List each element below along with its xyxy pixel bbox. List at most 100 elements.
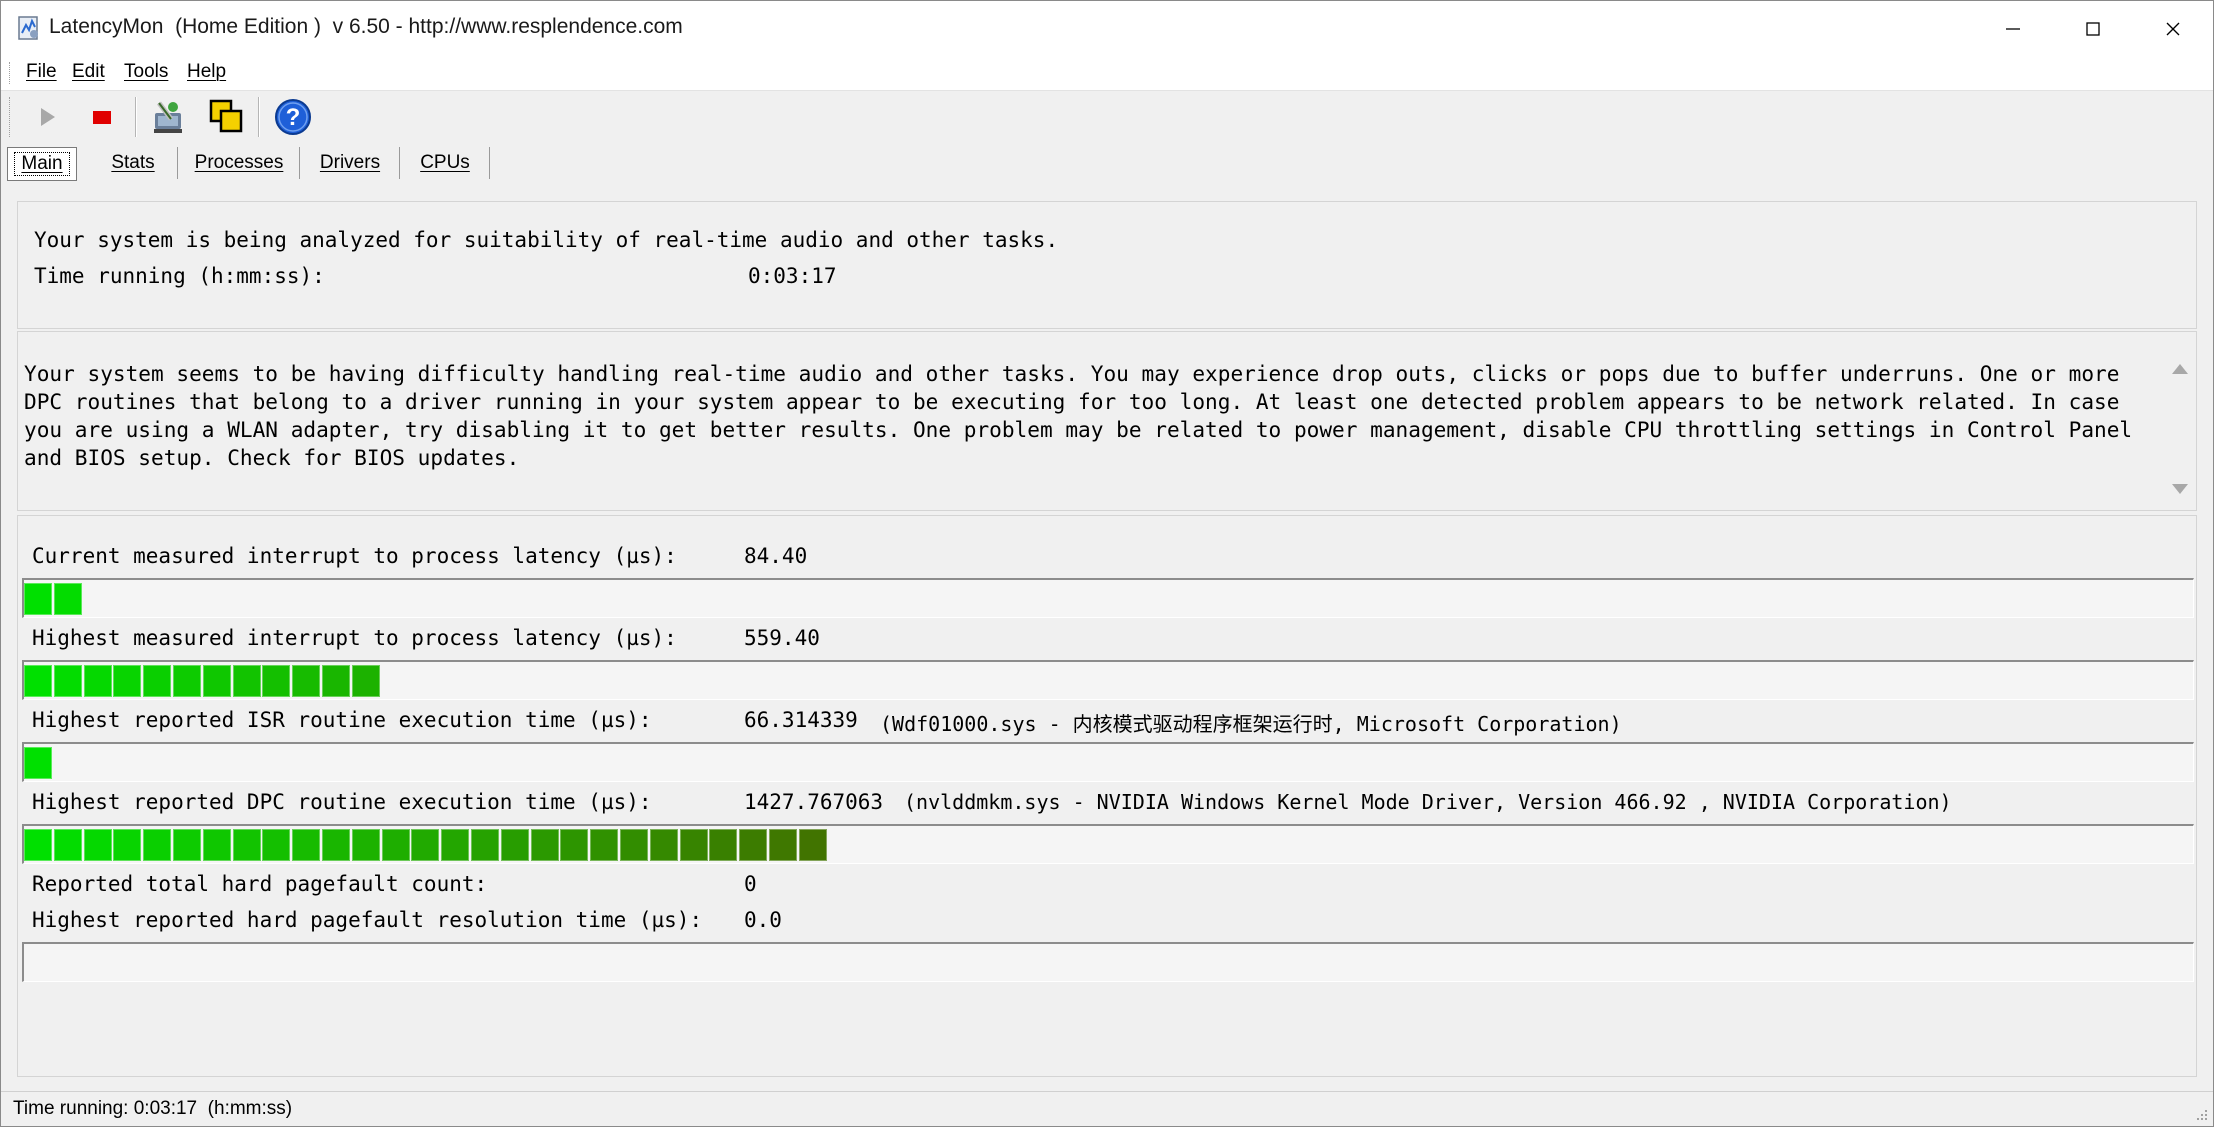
size-grip-icon[interactable] bbox=[2191, 1104, 2209, 1122]
meter-segment bbox=[292, 665, 321, 697]
maximize-icon bbox=[2086, 21, 2100, 36]
meter-segment bbox=[232, 665, 261, 697]
meter-segment bbox=[649, 829, 678, 861]
menu-file[interactable]: File bbox=[26, 61, 57, 83]
highest-latency-value: 559.40 bbox=[744, 626, 820, 650]
meter-segment bbox=[322, 829, 350, 861]
meter-segment bbox=[24, 747, 52, 779]
windows-button[interactable] bbox=[204, 95, 248, 139]
minimize-icon bbox=[2006, 27, 2020, 30]
title-bar[interactable]: LatencyMon (Home Edition ) v 6.50 - http… bbox=[1, 1, 2213, 56]
meter-segment bbox=[173, 665, 201, 697]
current-latency-bar bbox=[22, 578, 2194, 618]
meter-segment bbox=[500, 829, 529, 861]
meter-segment bbox=[24, 829, 52, 861]
toolbar-separator bbox=[135, 97, 137, 137]
help-button[interactable]: ? bbox=[271, 95, 315, 139]
diagnosis-message: Your system seems to be having difficult… bbox=[24, 361, 2133, 470]
isr-time-label: Highest reported ISR routine execution t… bbox=[32, 708, 652, 732]
pagefault-time-bar bbox=[22, 942, 2194, 982]
meter-segment bbox=[202, 665, 231, 697]
tab-stats[interactable]: Stats bbox=[89, 147, 178, 179]
latencymon-window: LatencyMon (Home Edition ) v 6.50 - http… bbox=[0, 0, 2214, 1127]
meter-segment bbox=[351, 829, 380, 861]
tab-processes[interactable]: Processes bbox=[179, 147, 300, 179]
meter-segment bbox=[411, 829, 440, 861]
menu-tools[interactable]: Tools bbox=[124, 61, 168, 83]
meter-segment bbox=[381, 829, 410, 861]
meter-segment bbox=[24, 583, 52, 615]
meter-segment bbox=[24, 665, 52, 697]
tab-main[interactable]: Main bbox=[7, 147, 77, 181]
pagefault-count-value: 0 bbox=[744, 872, 757, 896]
meter-segment bbox=[113, 829, 142, 861]
meter-segment bbox=[769, 829, 797, 861]
meter-segment bbox=[262, 829, 291, 861]
meter-segment bbox=[202, 829, 231, 861]
analysis-status-text: Your system is being analyzed for suitab… bbox=[34, 228, 1059, 252]
toolbar-separator bbox=[258, 97, 260, 137]
dpc-time-label: Highest reported DPC routine execution t… bbox=[32, 790, 652, 814]
start-button[interactable] bbox=[25, 95, 69, 139]
meter-segment bbox=[441, 829, 470, 861]
tab-stats-label: Stats bbox=[111, 152, 155, 173]
status-bar: Time running: 0:03:17 (h:mm:ss) bbox=[1, 1091, 2213, 1126]
meter-segment bbox=[292, 829, 321, 861]
stop-button[interactable] bbox=[80, 95, 124, 139]
maximize-button[interactable] bbox=[2053, 1, 2133, 56]
tab-drivers[interactable]: Drivers bbox=[301, 147, 400, 179]
tab-processes-label: Processes bbox=[194, 152, 284, 173]
close-button[interactable] bbox=[2133, 1, 2213, 56]
pagefault-count-label: Reported total hard pagefault count: bbox=[32, 872, 488, 896]
meter-segment bbox=[739, 829, 768, 861]
scroll-down-icon[interactable] bbox=[2172, 484, 2188, 494]
menu-edit[interactable]: Edit bbox=[72, 61, 105, 83]
stop-icon bbox=[93, 111, 111, 124]
highest-latency-label: Highest measured interrupt to process la… bbox=[32, 626, 677, 650]
tab-cpus-label: CPUs bbox=[420, 152, 470, 173]
tab-strip: Main Stats Processes Drivers CPUs bbox=[1, 143, 2213, 183]
svg-text:?: ? bbox=[286, 104, 301, 131]
metrics-panel: Current measured interrupt to process la… bbox=[17, 515, 2197, 1077]
meter-segment bbox=[173, 829, 201, 861]
meter-segment bbox=[679, 829, 708, 861]
app-icon bbox=[17, 15, 41, 41]
minimize-button[interactable] bbox=[1973, 1, 2053, 56]
isr-time-bar bbox=[22, 742, 2194, 782]
meter-segment bbox=[560, 829, 589, 861]
window-title: LatencyMon (Home Edition ) v 6.50 - http… bbox=[49, 15, 683, 38]
toolbar-grip bbox=[9, 97, 13, 137]
toolbar: ? bbox=[1, 91, 2213, 143]
dpc-driver-detail: (nvlddmkm.sys - NVIDIA Windows Kernel Mo… bbox=[904, 790, 1952, 814]
tab-drivers-label: Drivers bbox=[319, 152, 381, 173]
current-latency-label: Current measured interrupt to process la… bbox=[32, 544, 677, 568]
time-running-label: Time running (h:mm:ss): bbox=[34, 264, 325, 288]
scroll-up-icon[interactable] bbox=[2172, 364, 2188, 374]
status-bar-text: Time running: 0:03:17 (h:mm:ss) bbox=[13, 1098, 293, 1119]
windows-icon bbox=[209, 99, 243, 133]
analysis-status-panel: Your system is being analyzed for suitab… bbox=[17, 201, 2197, 329]
meter-segment bbox=[143, 829, 172, 861]
menu-bar: File Edit Tools Help bbox=[1, 56, 2213, 91]
meter-segment bbox=[709, 829, 738, 861]
menu-help[interactable]: Help bbox=[187, 61, 226, 83]
menu-grip bbox=[9, 62, 13, 84]
meter-segment bbox=[590, 829, 619, 861]
tab-cpus[interactable]: CPUs bbox=[401, 147, 490, 179]
meter-segment bbox=[620, 829, 648, 861]
highest-latency-bar bbox=[22, 660, 2194, 700]
meter-segment bbox=[232, 829, 261, 861]
diagnosis-message-panel[interactable]: Your system seems to be having difficult… bbox=[17, 331, 2197, 511]
network-tool-button[interactable] bbox=[147, 95, 191, 139]
meter-segment bbox=[53, 829, 82, 861]
network-tool-icon bbox=[154, 101, 182, 133]
help-icon: ? bbox=[275, 99, 311, 135]
isr-time-value: 66.314339 bbox=[744, 708, 858, 732]
meter-segment bbox=[143, 665, 172, 697]
meter-segment bbox=[530, 829, 559, 861]
meter-segment bbox=[351, 665, 380, 697]
pagefault-time-value: 0.0 bbox=[744, 908, 782, 932]
meter-segment bbox=[53, 665, 82, 697]
tab-main-label: Main bbox=[14, 152, 70, 176]
dpc-time-bar bbox=[22, 824, 2194, 864]
